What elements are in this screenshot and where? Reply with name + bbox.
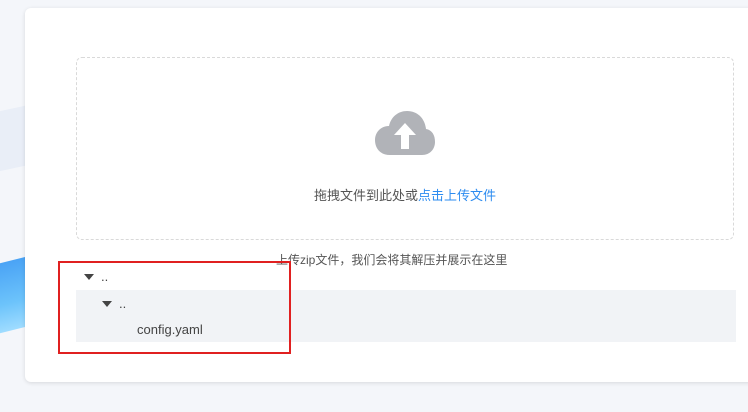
file-dropzone[interactable]: 拖拽文件到此处或点击上传文件 xyxy=(76,57,734,240)
cloud-upload-icon xyxy=(375,111,435,155)
dropzone-text: 拖拽文件到此处或点击上传文件 xyxy=(77,185,733,204)
highlight-box xyxy=(58,261,291,354)
click-upload-link[interactable]: 点击上传文件 xyxy=(418,188,496,203)
drag-text: 拖拽文件到此处或 xyxy=(313,188,418,203)
